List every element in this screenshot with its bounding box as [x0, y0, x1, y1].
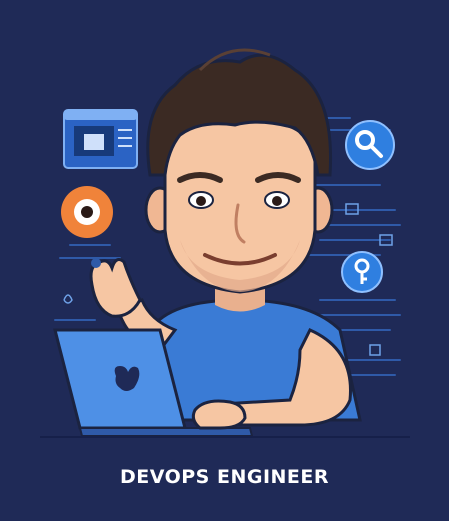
key-icon	[341, 251, 383, 293]
character-head	[144, 48, 334, 294]
devops-engineer-illustration	[40, 48, 410, 438]
illustration-canvas: DEVOPS ENGINEER	[0, 0, 449, 521]
magnifier-icon	[345, 120, 395, 170]
typing-hand	[191, 399, 247, 430]
orange-eye-icon	[61, 186, 113, 238]
browser-window-icon	[63, 109, 138, 169]
caption-title: DEVOPS ENGINEER	[119, 466, 330, 488]
